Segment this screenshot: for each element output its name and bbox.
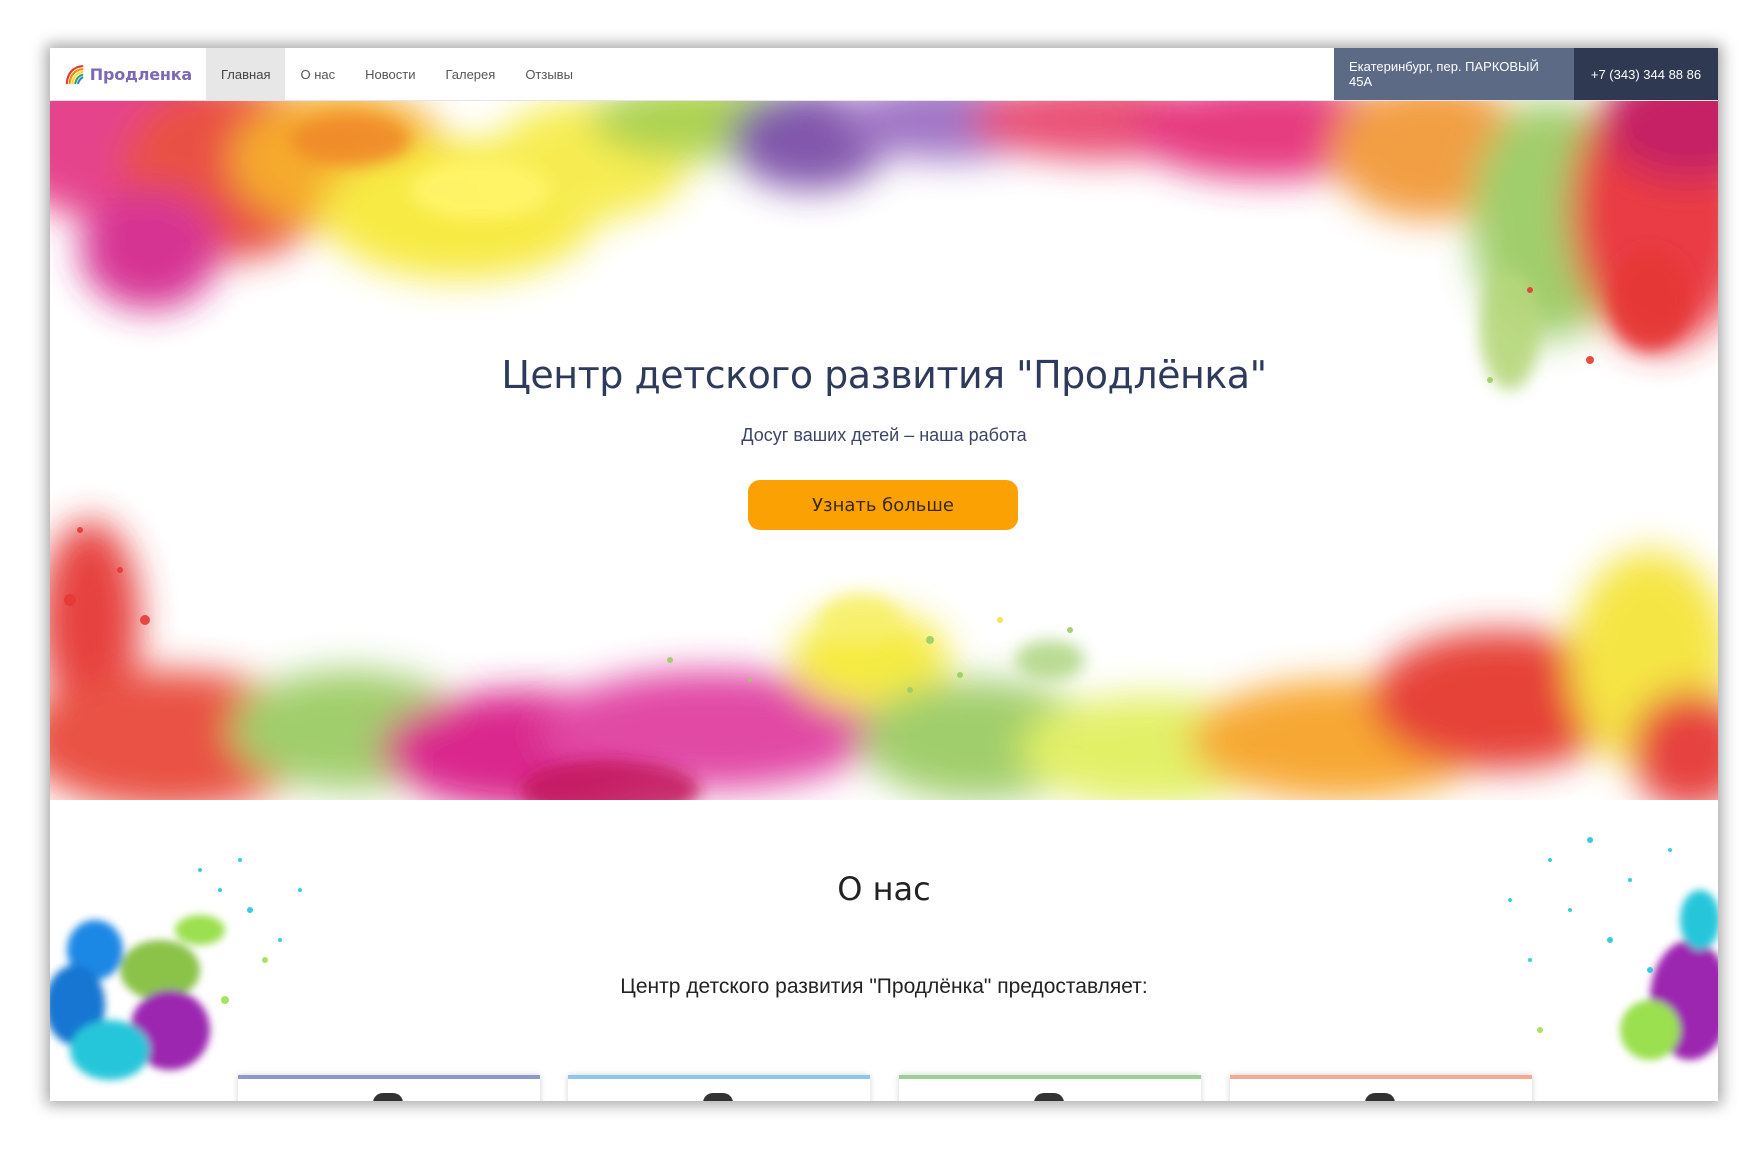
service-card	[568, 1075, 870, 1101]
nav-item-home[interactable]: Главная	[206, 48, 286, 100]
service-card	[899, 1075, 1201, 1101]
service-card	[238, 1075, 540, 1101]
learn-more-button[interactable]: Узнать больше	[748, 480, 1018, 530]
browser-page: Продленка Главная О нас Новости Галерея …	[50, 48, 1718, 1101]
splash-decoration	[50, 837, 1718, 1080]
nav-item-news[interactable]: Новости	[350, 48, 430, 100]
hero-title: Центр детского развития "Продлёнка"	[501, 353, 1267, 397]
brand-logo-link[interactable]: Продленка	[50, 48, 206, 100]
hero-subtitle: Досуг ваших детей – наша работа	[741, 425, 1027, 445]
brand-name: Продленка	[89, 64, 192, 84]
card-icon	[1034, 1093, 1064, 1101]
nav-phone-link[interactable]: +7 (343) 344 88 86	[1574, 48, 1718, 100]
service-card	[1230, 1075, 1532, 1101]
card-icon	[373, 1093, 403, 1101]
nav-item-gallery[interactable]: Галерея	[430, 48, 510, 100]
about-lead: Центр детского развития "Продлёнка" пред…	[620, 975, 1148, 998]
hero-section: Центр детского развития "Продлёнка" Досу…	[50, 100, 1718, 800]
about-title: О нас	[837, 870, 931, 908]
nav-item-about[interactable]: О нас	[285, 48, 350, 100]
card-icon	[703, 1093, 733, 1101]
card-icon	[1365, 1093, 1395, 1101]
nav-item-reviews[interactable]: Отзывы	[510, 48, 588, 100]
hero-content: Центр детского развития "Продлёнка" Досу…	[50, 100, 1718, 800]
top-navbar: Продленка Главная О нас Новости Галерея …	[50, 48, 1718, 101]
rainbow-logo-icon	[65, 65, 84, 85]
nav-address: Екатеринбург, пер. ПАРКОВЫЙ 45А	[1334, 48, 1574, 100]
about-section: О нас Центр детского развития "Продлёнка…	[50, 800, 1718, 1101]
